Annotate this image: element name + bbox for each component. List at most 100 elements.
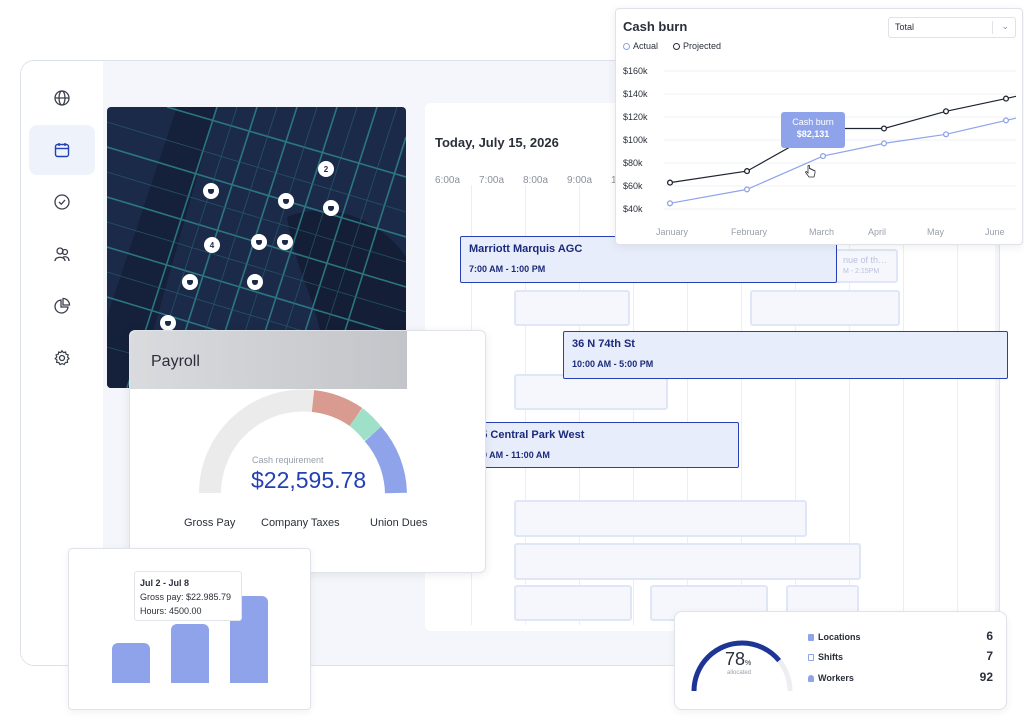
event-time: 10:00 AM - 5:00 PM xyxy=(572,359,654,369)
gear-icon xyxy=(54,349,70,366)
map-location-pin[interactable] xyxy=(203,183,219,199)
week-bar[interactable] xyxy=(112,643,150,683)
legend-union-dues: Union Dues xyxy=(370,517,428,529)
map-location-pin[interactable] xyxy=(247,274,263,290)
data-point-actual[interactable] xyxy=(880,140,888,147)
stat-value: 92 xyxy=(979,670,993,684)
stat-value: 6 xyxy=(986,629,993,643)
person-icon xyxy=(808,675,814,683)
globe-icon xyxy=(54,90,70,106)
pin-icon xyxy=(252,279,258,285)
payroll-card: Payroll Cash requirement $22,595.78 Gros… xyxy=(129,330,486,573)
tooltip-gross: Gross pay: $22.985.79 xyxy=(140,592,232,602)
cash-burn-card: Cash burn Total ⌄ Actual Projected $160k… xyxy=(615,8,1023,245)
data-point-projected[interactable] xyxy=(1002,95,1010,102)
shift-placeholder[interactable] xyxy=(514,500,807,537)
gauge-segment xyxy=(349,408,382,441)
check-circle-icon xyxy=(54,194,70,210)
event-card[interactable]: 36 N 74th St 10:00 AM - 5:00 PM xyxy=(563,331,1008,379)
pie-chart-icon xyxy=(54,297,71,314)
data-point-actual[interactable] xyxy=(1002,117,1010,124)
shift-placeholder[interactable] xyxy=(514,374,668,410)
gauge-company-taxes xyxy=(311,390,363,427)
time-label: 6:00a xyxy=(435,175,461,186)
map-cluster-count: 2 xyxy=(323,164,329,174)
calendar-icon xyxy=(54,143,70,158)
grid-line xyxy=(903,185,904,625)
shift-placeholder[interactable] xyxy=(514,543,861,580)
stat-shifts: Shifts 7 xyxy=(808,649,993,663)
pin-icon xyxy=(328,205,334,211)
sidebar-item-settings[interactable] xyxy=(29,333,95,383)
stat-label: Workers xyxy=(818,673,854,683)
tooltip-title: Jul 2 - Jul 8 xyxy=(140,578,190,588)
allocation-percent: 78 xyxy=(725,649,746,669)
x-tick: April xyxy=(868,227,887,237)
sidebar-item-calendar[interactable] xyxy=(29,125,95,175)
map-location-pin[interactable] xyxy=(323,200,339,216)
faded-event[interactable]: nue of th… M - 2:15PM xyxy=(835,249,898,283)
calendar-icon xyxy=(808,654,814,662)
sidebar-item-tasks[interactable] xyxy=(29,177,95,227)
data-point-projected[interactable] xyxy=(666,179,674,186)
shift-placeholder[interactable] xyxy=(514,290,630,326)
pin-icon xyxy=(256,239,262,245)
sidebar-item-people[interactable] xyxy=(29,229,95,279)
shift-placeholder[interactable] xyxy=(750,290,900,326)
schedule-date: Today, July 15, 2026 xyxy=(435,135,559,150)
cash-burn-tooltip: Cash burn $82,131 xyxy=(781,112,845,148)
stat-label: Shifts xyxy=(818,652,844,662)
users-icon xyxy=(54,247,70,262)
map-location-pin[interactable] xyxy=(278,193,294,209)
data-point-projected[interactable] xyxy=(942,108,950,115)
data-point-actual[interactable] xyxy=(819,153,827,160)
gauge-union-dues xyxy=(364,426,407,494)
event-time: 7:00 AM - 1:00 PM xyxy=(469,264,546,274)
x-tick: February xyxy=(731,227,768,237)
event-name: 225 Central Park West xyxy=(469,429,585,441)
event-time: 7:00 AM - 11:00 AM xyxy=(469,450,550,460)
faded-event-time: M - 2:15PM xyxy=(843,268,880,275)
data-point-projected[interactable] xyxy=(743,168,751,175)
x-tick: January xyxy=(656,227,689,237)
cash-requirement-value: $22,595.78 xyxy=(251,467,367,493)
tooltip-label: Cash burn xyxy=(792,117,834,127)
event-name: 36 N 74th St xyxy=(572,338,635,350)
allocation-card: 78% allocated Locations 6 Shifts 7 Workers… xyxy=(674,611,1007,710)
allocation-percent-sign: % xyxy=(745,660,752,667)
pin-icon xyxy=(187,279,193,285)
bar-tooltip: Jul 2 - Jul 8 Gross pay: $22.985.79 Hour… xyxy=(134,571,242,621)
gross-pay-card: Jul 2 - Jul 8 Gross pay: $22.985.79 Hour… xyxy=(68,548,311,710)
map-location-pin[interactable] xyxy=(277,234,293,250)
tooltip-hours: Hours: 4500.00 xyxy=(140,606,202,616)
time-label: 7:00a xyxy=(479,175,505,186)
data-point-actual[interactable] xyxy=(743,186,751,193)
data-point-projected[interactable] xyxy=(880,125,888,132)
sidebar-item-globe[interactable] xyxy=(29,73,95,123)
week-bar[interactable] xyxy=(171,624,209,683)
map-location-pin[interactable] xyxy=(251,234,267,250)
legend-gross-pay: Gross Pay xyxy=(184,517,236,529)
map-cluster-pin[interactable]: 2 xyxy=(318,161,334,177)
event-card[interactable]: 225 Central Park West 7:00 AM - 11:00 AM xyxy=(460,422,739,468)
data-point-actual[interactable] xyxy=(942,131,950,138)
allocation-label: allocated xyxy=(727,670,752,676)
pin-icon xyxy=(282,239,288,245)
map-cluster-pin[interactable]: 4 xyxy=(204,237,220,253)
cash-requirement-label: Cash requirement xyxy=(252,455,324,465)
stat-workers: Workers 92 xyxy=(808,670,993,684)
grid-line xyxy=(957,185,958,625)
pin-icon xyxy=(208,188,214,194)
payroll-title: Payroll xyxy=(151,353,200,370)
shift-placeholder[interactable] xyxy=(514,585,632,621)
faded-event-name: nue of th… xyxy=(843,255,888,265)
stat-locations: Locations 6 xyxy=(808,629,993,643)
location-icon xyxy=(808,634,814,642)
pin-icon xyxy=(165,320,171,326)
map-location-pin[interactable] xyxy=(182,274,198,290)
map-cluster-count: 4 xyxy=(209,240,215,250)
stat-label: Locations xyxy=(818,632,861,642)
sidebar-item-reports[interactable] xyxy=(29,281,95,331)
data-point-actual[interactable] xyxy=(666,200,674,207)
map-location-pin[interactable] xyxy=(160,315,176,331)
